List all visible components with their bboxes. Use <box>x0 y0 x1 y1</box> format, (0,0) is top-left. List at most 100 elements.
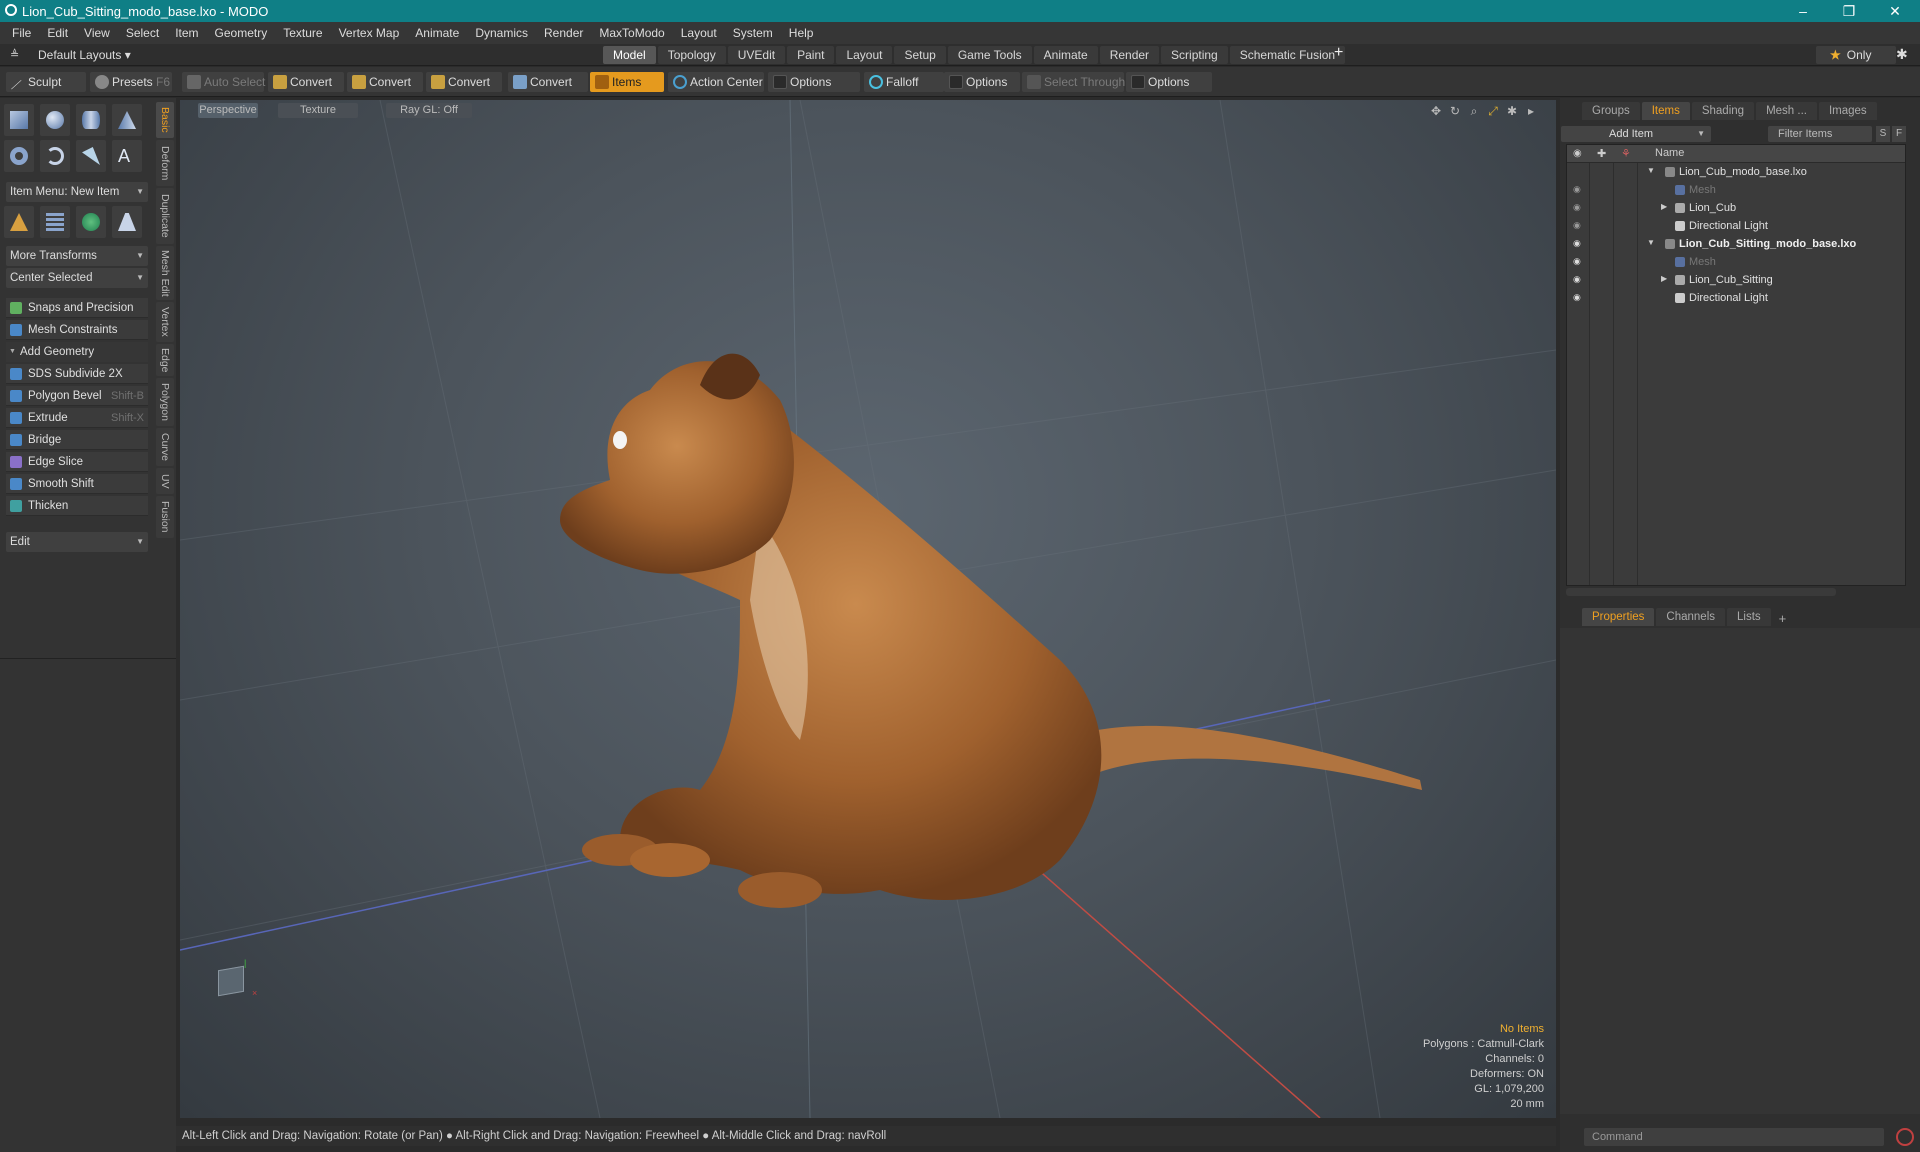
expand-arrow-icon[interactable]: ▼ <box>1647 238 1655 247</box>
collapse-icon[interactable]: ≜ <box>10 48 19 61</box>
options-button-1[interactable]: Options <box>768 72 860 92</box>
eye-icon[interactable]: ◉ <box>1573 202 1585 212</box>
menu-geometry[interactable]: Geometry <box>207 22 276 44</box>
tree-row-scene-2[interactable]: ◉ ▼ Lion_Cub_Sitting_modo_base.lxo <box>1567 235 1905 253</box>
cone-tool[interactable] <box>112 104 142 136</box>
tab-paint[interactable]: Paint <box>787 46 835 64</box>
tool-smooth-shift[interactable]: Smooth Shift <box>6 474 148 494</box>
action-center-button[interactable]: Action Center <box>668 72 764 92</box>
viewport-menu-icon[interactable]: ▸ <box>1524 104 1538 118</box>
lion-cub-model[interactable] <box>560 353 1422 908</box>
tab-game-tools[interactable]: Game Tools <box>947 46 1032 64</box>
tool-sds-subdivide[interactable]: SDS Subdivide 2X <box>6 364 148 384</box>
menu-system[interactable]: System <box>725 22 781 44</box>
auto-select-button[interactable]: Auto Select <box>182 72 265 92</box>
vtab-basic[interactable]: Basic <box>156 102 174 138</box>
tab-animate[interactable]: Animate <box>1033 46 1098 64</box>
convert-button-2[interactable]: Convert <box>347 72 423 92</box>
add-tab-icon[interactable]: + <box>1779 611 1787 626</box>
eye-icon[interactable]: ◉ <box>1573 184 1585 194</box>
menu-texture[interactable]: Texture <box>275 22 330 44</box>
menu-item[interactable]: Item <box>167 22 206 44</box>
tree-row-mesh-2[interactable]: ◉ Mesh <box>1567 253 1905 271</box>
tab-setup[interactable]: Setup <box>894 46 946 64</box>
convert-button-4[interactable]: Convert <box>508 72 588 92</box>
texture-button[interactable]: Texture <box>278 103 358 118</box>
default-layouts-dropdown[interactable]: Default Layouts ▾ <box>38 48 131 62</box>
tube-tool[interactable] <box>40 140 70 172</box>
expand-arrow-icon[interactable]: ▶ <box>1661 274 1667 283</box>
select-through-button[interactable]: Select Through <box>1022 72 1125 92</box>
menu-vertex-map[interactable]: Vertex Map <box>331 22 408 44</box>
tree-row-light-2[interactable]: ◉ Directional Light <box>1567 289 1905 307</box>
more-transforms-dropdown[interactable]: More Transforms <box>6 246 148 266</box>
expand-arrow-icon[interactable]: ▼ <box>1647 166 1655 175</box>
tree-row-lion-cub-sitting[interactable]: ◉ ▶ Lion_Cub_Sitting <box>1567 271 1905 289</box>
center-selected-dropdown[interactable]: Center Selected <box>6 268 148 288</box>
vtab-fusion[interactable]: Fusion <box>156 496 174 538</box>
sculpt-button[interactable]: ⟋ Sculpt <box>6 72 86 92</box>
mesh-constraints-button[interactable]: Mesh Constraints <box>6 320 148 340</box>
add-tab-button[interactable]: + <box>1334 44 1343 62</box>
tool-polygon-bevel[interactable]: Polygon Bevel Shift-B <box>6 386 148 406</box>
pen-tool[interactable] <box>76 140 106 172</box>
zoom-icon[interactable]: ⌕ <box>1467 104 1481 118</box>
tree-row-scene-1[interactable]: ▼ Lion_Cub_modo_base.lxo <box>1567 163 1905 181</box>
fit-icon[interactable]: ⤢ <box>1486 104 1500 118</box>
menu-layout[interactable]: Layout <box>673 22 725 44</box>
vtab-mesh-edit[interactable]: Mesh Edit <box>156 246 174 300</box>
tab-channels[interactable]: Channels <box>1656 608 1726 626</box>
item-menu-dropdown[interactable]: Item Menu: New Item <box>6 182 148 202</box>
sphere-tool[interactable] <box>40 104 70 136</box>
menu-edit[interactable]: Edit <box>39 22 76 44</box>
stair-tool[interactable] <box>112 206 142 238</box>
text-tool[interactable]: A <box>112 140 142 172</box>
tool-bridge[interactable]: Bridge <box>6 430 148 450</box>
tab-uvedit[interactable]: UVEdit <box>727 46 786 64</box>
tab-scripting[interactable]: Scripting <box>1161 46 1228 64</box>
convert-button-1[interactable]: Convert <box>268 72 344 92</box>
tab-groups[interactable]: Groups <box>1582 102 1640 120</box>
viewport-gear-icon[interactable]: ✱ <box>1505 104 1519 118</box>
vtab-deform[interactable]: Deform <box>156 140 174 186</box>
command-history-icon[interactable] <box>1896 1128 1914 1146</box>
vtab-duplicate[interactable]: Duplicate <box>156 188 174 244</box>
raygl-button[interactable]: Ray GL: Off <box>386 103 472 118</box>
tool-edge-slice[interactable]: Edge Slice <box>6 452 148 472</box>
eye-icon[interactable]: ◉ <box>1573 274 1585 284</box>
minimize-button[interactable]: – <box>1780 0 1826 22</box>
add-geometry-section[interactable]: Add Geometry <box>6 342 148 362</box>
snaps-precision-button[interactable]: Snaps and Precision <box>6 298 148 318</box>
cylinder-tool[interactable] <box>76 104 106 136</box>
edit-dropdown[interactable]: Edit <box>6 532 148 552</box>
tool-extrude[interactable]: Extrude Shift-X <box>6 408 148 428</box>
menu-animate[interactable]: Animate <box>407 22 467 44</box>
falloff-button[interactable]: Falloff <box>864 72 944 92</box>
tab-layout[interactable]: Layout <box>836 46 893 64</box>
menu-select[interactable]: Select <box>118 22 167 44</box>
vtab-polygon[interactable]: Polygon <box>156 378 174 426</box>
vtab-curve[interactable]: Curve <box>156 428 174 466</box>
horizontal-scrollbar[interactable] <box>1566 588 1836 596</box>
tab-images[interactable]: Images <box>1818 102 1877 120</box>
vtab-edge[interactable]: Edge <box>156 344 174 376</box>
options-button-3[interactable]: Options <box>1126 72 1212 92</box>
tab-items[interactable]: Items <box>1641 102 1690 120</box>
perspective-button[interactable]: Perspective <box>198 103 258 118</box>
add-item-dropdown[interactable]: Add Item ▼ <box>1561 126 1711 142</box>
menu-maxtomodo[interactable]: MaxToModo <box>591 22 672 44</box>
menu-view[interactable]: View <box>76 22 118 44</box>
globe-tool[interactable] <box>76 206 106 238</box>
menu-file[interactable]: File <box>4 22 39 44</box>
tree-row-mesh-1[interactable]: ◉ Mesh <box>1567 181 1905 199</box>
eye-icon[interactable]: ◉ <box>1573 256 1585 266</box>
tab-shading[interactable]: Shading <box>1691 102 1755 120</box>
cube-tool[interactable] <box>4 104 34 136</box>
3d-viewport[interactable]: Perspective Texture Ray GL: Off ✥ ↻ ⌕ ⤢ … <box>180 100 1556 1118</box>
command-input[interactable]: Command <box>1584 1128 1884 1146</box>
rotate-icon[interactable]: ↻ <box>1448 104 1462 118</box>
transform-tool[interactable] <box>4 206 34 238</box>
grid-tool[interactable] <box>40 206 70 238</box>
filter-s-button[interactable]: S <box>1876 126 1890 142</box>
eye-icon[interactable]: ◉ <box>1573 220 1585 230</box>
